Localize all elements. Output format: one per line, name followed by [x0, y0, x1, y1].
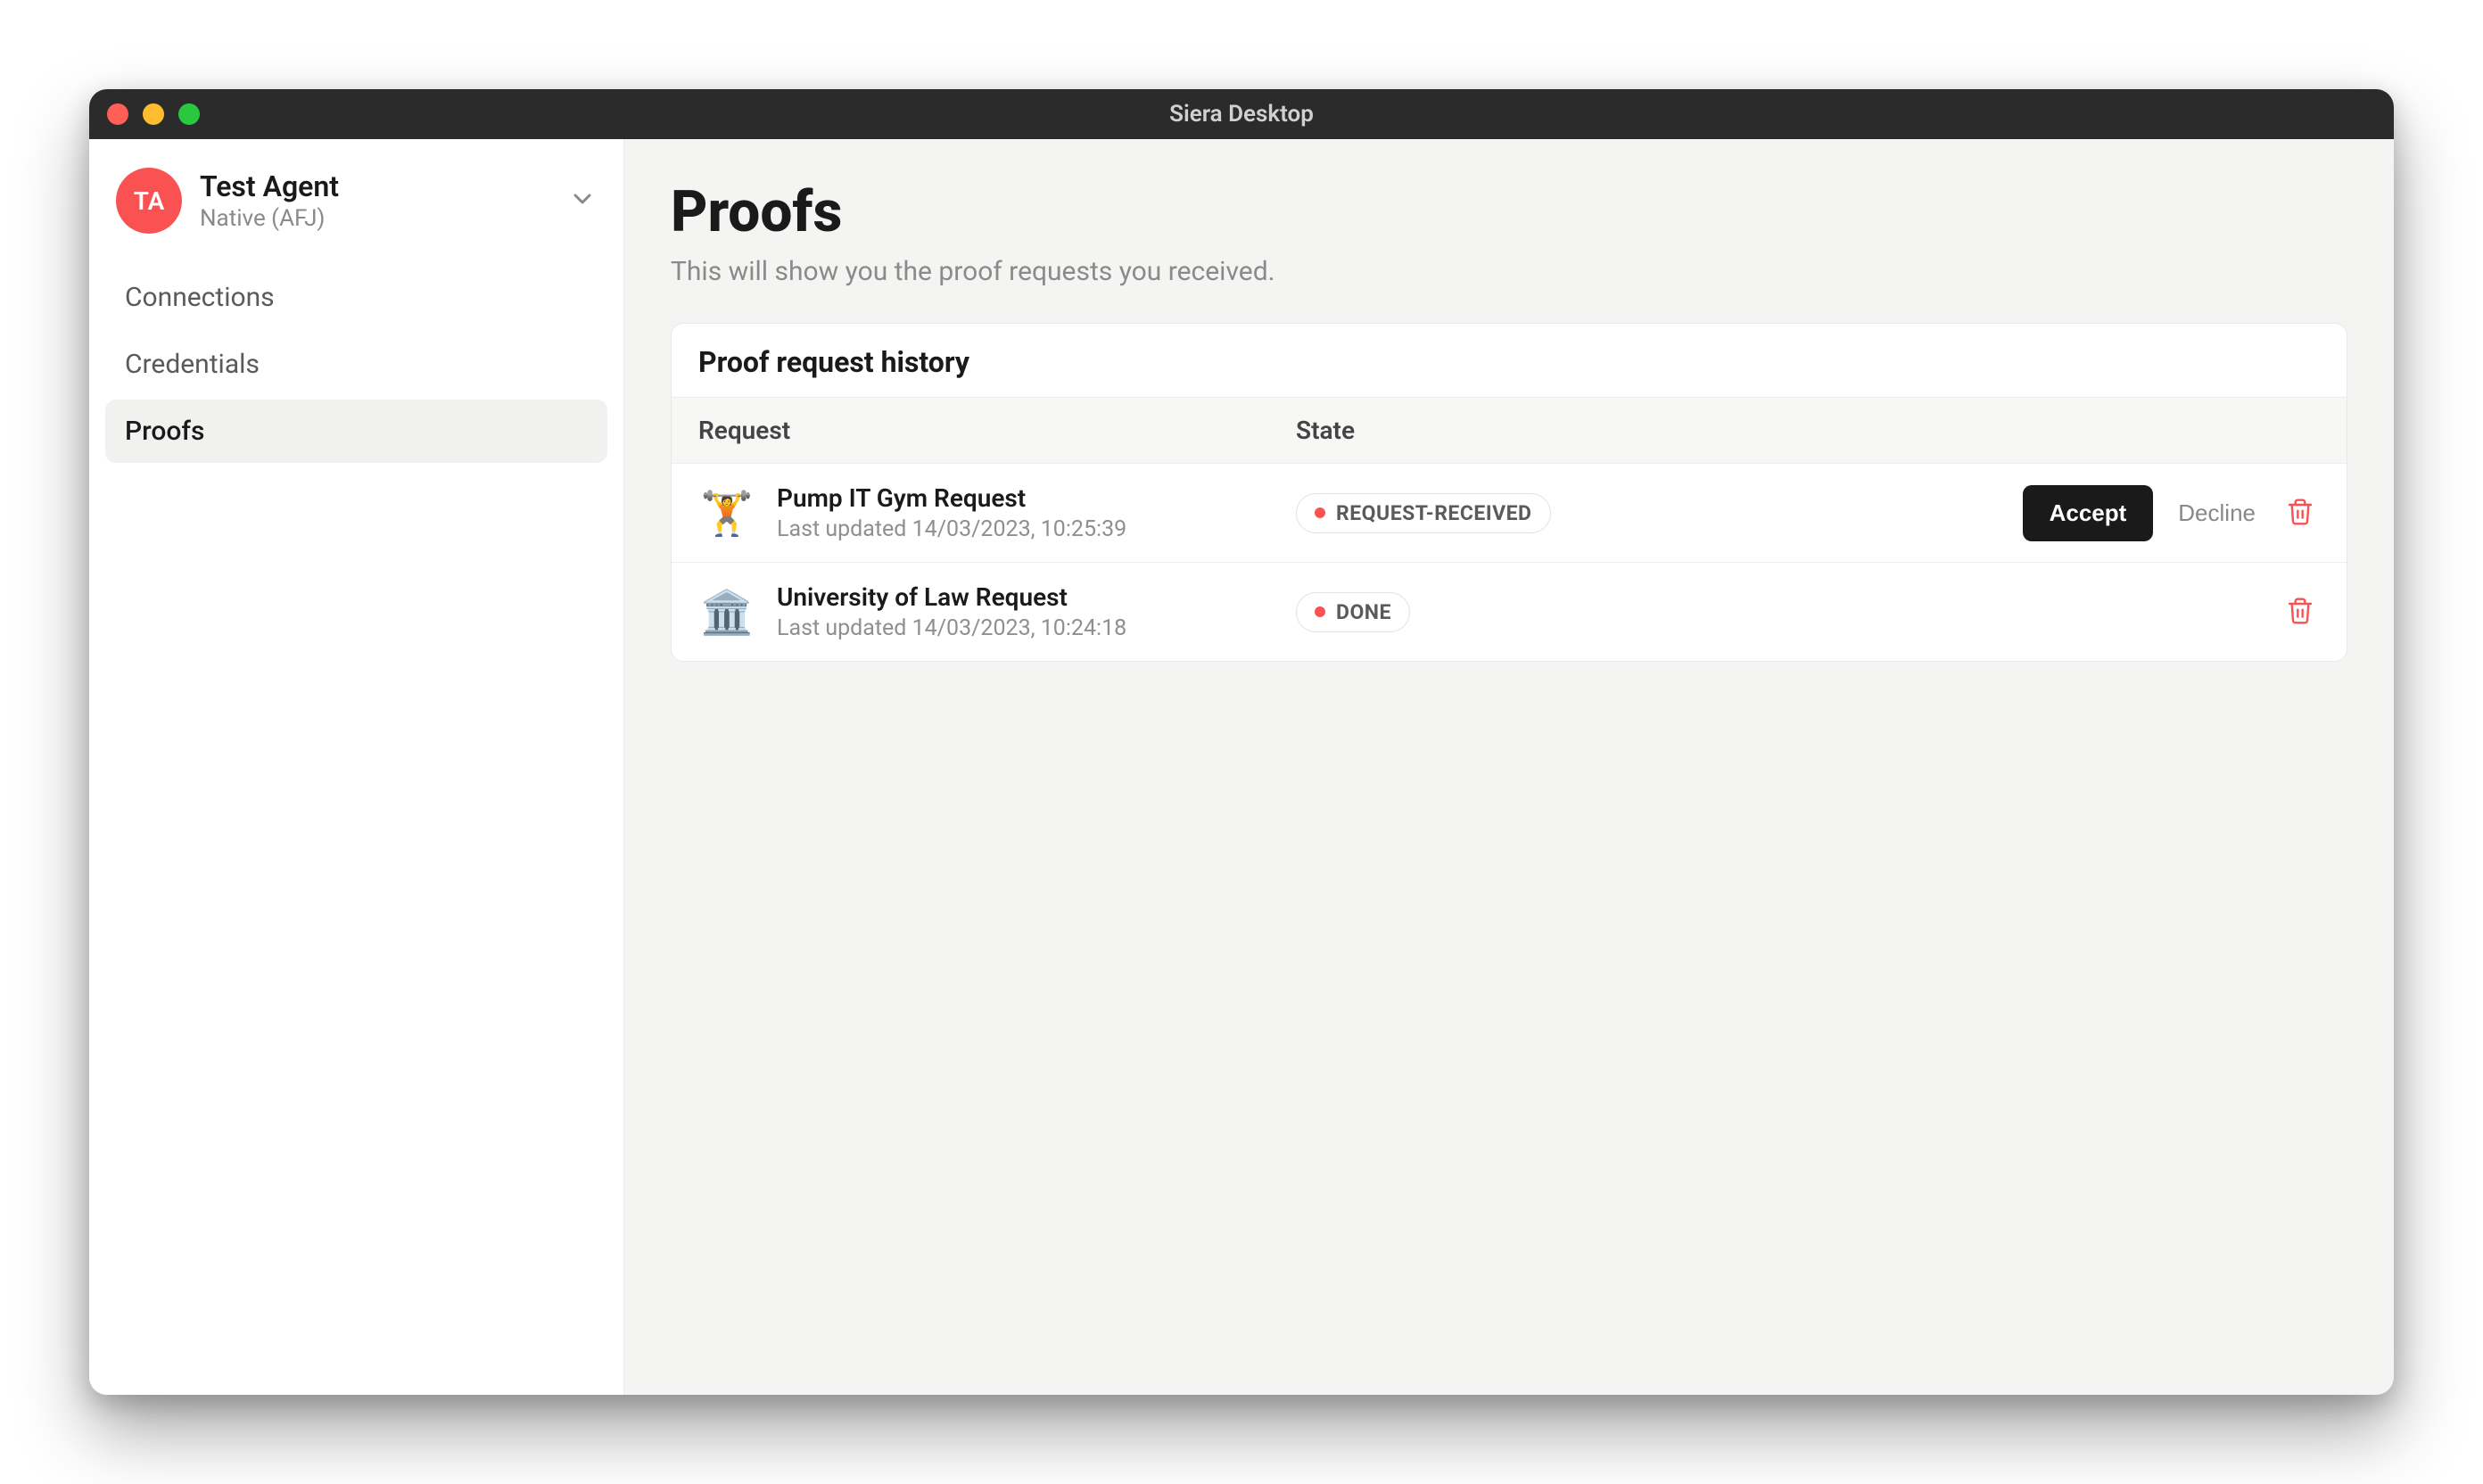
avatar: TA: [116, 168, 182, 234]
trash-icon: [2286, 498, 2314, 526]
sidebar-item-proofs[interactable]: Proofs: [105, 400, 607, 463]
status-text: DONE: [1336, 600, 1391, 624]
request-updated: Last updated 14/03/2023, 10:25:39: [777, 516, 1126, 542]
trash-icon: [2286, 597, 2314, 625]
sidebar: TA Test Agent Native (AFJ) ConnectionsCr…: [89, 139, 624, 1395]
request-cell: 🏛️ University of Law Request Last updated …: [698, 582, 1296, 641]
accept-button[interactable]: Accept: [2023, 485, 2154, 541]
request-updated: Last updated 14/03/2023, 10:24:18: [777, 615, 1126, 641]
table-header: Request State: [672, 397, 2347, 464]
chevron-down-icon: [568, 185, 597, 217]
agent-info: Test Agent Native (AFJ): [200, 169, 550, 232]
request-icon: 🏋️: [698, 484, 755, 541]
minimize-window-button[interactable]: [143, 103, 164, 125]
decline-button[interactable]: Decline: [2178, 499, 2256, 527]
main-content: Proofs This will show you the proof requ…: [624, 139, 2394, 1395]
delete-button[interactable]: [2281, 591, 2320, 633]
actions-cell: [2281, 591, 2320, 633]
page-title: Proofs: [671, 178, 2347, 245]
window-title: Siera Desktop: [1169, 101, 1314, 128]
status-text: REQUEST-RECEIVED: [1336, 501, 1532, 525]
page-subtitle: This will show you the proof requests yo…: [671, 256, 2347, 287]
sidebar-item-connections[interactable]: Connections: [105, 266, 607, 329]
table-row[interactable]: 🏛️ University of Law Request Last updated …: [672, 563, 2347, 661]
card-title: Proof request history: [672, 324, 2347, 397]
app-body: TA Test Agent Native (AFJ) ConnectionsCr…: [89, 139, 2394, 1395]
close-window-button[interactable]: [107, 103, 128, 125]
maximize-window-button[interactable]: [178, 103, 200, 125]
request-title: Pump IT Gym Request: [777, 483, 1126, 513]
table-row[interactable]: 🏋️ Pump IT Gym Request Last updated 14/03/…: [672, 464, 2347, 563]
request-title: University of Law Request: [777, 582, 1126, 612]
status-dot-icon: [1315, 606, 1325, 617]
status-badge: DONE: [1296, 592, 1410, 632]
status-badge: REQUEST-RECEIVED: [1296, 493, 1551, 533]
state-cell: DONE: [1296, 592, 2281, 632]
state-cell: REQUEST-RECEIVED: [1296, 493, 2023, 533]
sidebar-item-credentials[interactable]: Credentials: [105, 333, 607, 396]
agent-type: Native (AFJ): [200, 205, 550, 232]
agent-name: Test Agent: [200, 169, 550, 203]
column-request: Request: [698, 416, 1296, 445]
request-cell: 🏋️ Pump IT Gym Request Last updated 14/03/…: [698, 483, 1296, 542]
request-icon: 🏛️: [698, 583, 755, 640]
traffic-lights: [107, 103, 200, 125]
delete-button[interactable]: [2281, 492, 2320, 534]
proof-history-card: Proof request history Request State 🏋️ Pu…: [671, 323, 2347, 662]
column-state: State: [1296, 416, 2320, 445]
titlebar: Siera Desktop: [89, 89, 2394, 139]
app-window: Siera Desktop TA Test Agent Native (AFJ)…: [89, 89, 2394, 1395]
status-dot-icon: [1315, 507, 1325, 518]
actions-cell: Accept Decline: [2023, 485, 2320, 541]
agent-selector[interactable]: TA Test Agent Native (AFJ): [105, 161, 607, 241]
